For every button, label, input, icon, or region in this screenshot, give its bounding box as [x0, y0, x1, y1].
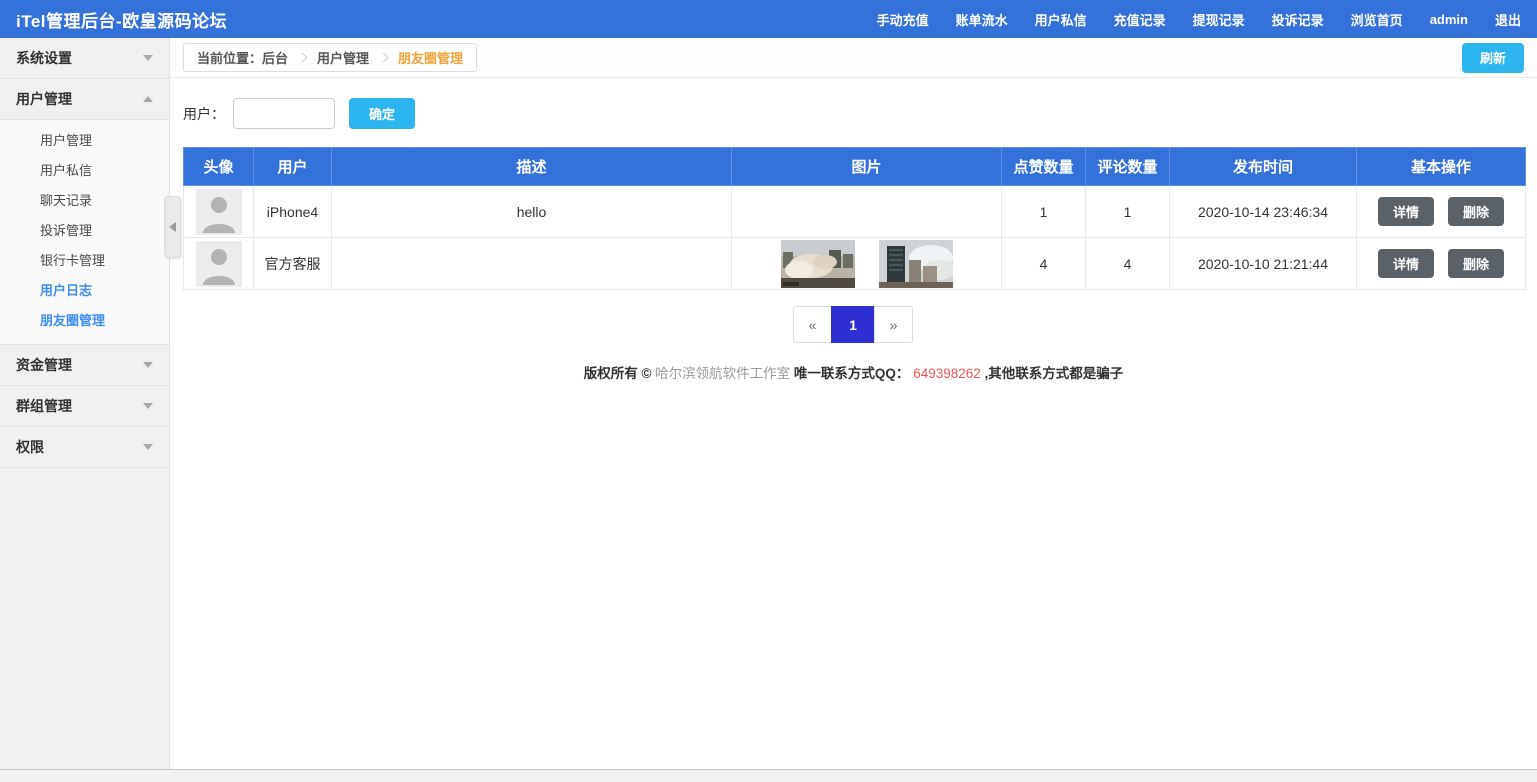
footer-qq-number: 649398262: [913, 366, 981, 381]
cell-images: [732, 238, 1002, 290]
avatar: [196, 241, 242, 287]
sidebar-item-complaint-management[interactable]: 投诉管理: [0, 216, 169, 246]
footer-copyright: 版权所有 © 哈尔滨领航软件工作室 唯一联系方式QQ： 649398262 ,其…: [170, 362, 1537, 382]
breadcrumb-current-location: 当前位置：后台: [197, 48, 288, 67]
sidebar-item-funds-management[interactable]: 资金管理: [0, 345, 169, 386]
footer-copyright-text: 版权所有 ©: [584, 366, 655, 381]
column-header-actions: 基本操作: [1357, 148, 1526, 186]
user-filter-label: 用户：: [183, 104, 225, 124]
table-row: iPhone4 hello 1 1 2020-10-14 23:46:34 详情…: [184, 186, 1526, 238]
footer-contact-text: 唯一联系方式QQ：: [794, 366, 913, 381]
user-filter-input[interactable]: [233, 98, 335, 129]
breadcrumb-item-moments-management: 朋友圈管理: [398, 48, 463, 67]
pagination: « 1 »: [170, 306, 1537, 343]
top-menu-item-logout[interactable]: 退出: [1495, 10, 1521, 29]
pagination-next[interactable]: »: [874, 306, 913, 343]
delete-button[interactable]: 删除: [1448, 249, 1504, 278]
breadcrumb-item-user-management[interactable]: 用户管理: [317, 48, 369, 67]
sidebar-group-label: 资金管理: [16, 355, 72, 375]
cell-images: [732, 186, 1002, 238]
cell-user: iPhone4: [254, 186, 332, 238]
column-header-user: 用户: [254, 148, 332, 186]
sidebar-item-bank-card-management[interactable]: 银行卡管理: [0, 246, 169, 276]
detail-button[interactable]: 详情: [1378, 249, 1434, 278]
top-menu-item-user-messages[interactable]: 用户私信: [1035, 10, 1087, 29]
main-content: 当前位置：后台 用户管理 朋友圈管理 刷新 用户： 确定 头像 用户: [170, 38, 1537, 769]
filter-bar: 用户： 确定: [170, 78, 1537, 147]
chevron-up-icon: [143, 96, 153, 102]
pagination-prev[interactable]: «: [793, 306, 832, 343]
cell-description: hello: [332, 186, 732, 238]
chevron-down-icon: [143, 55, 153, 61]
top-navbar: iTel管理后台-欧皇源码论坛 手动充值 账单流水 用户私信 充值记录 提现记录…: [0, 0, 1537, 38]
sidebar-item-system-settings[interactable]: 系统设置: [0, 38, 169, 79]
column-header-publish-time: 发布时间: [1170, 148, 1357, 186]
sidebar: 系统设置 用户管理 用户管理 用户私信 聊天记录 投诉管理 银行卡管理 用户日志…: [0, 38, 170, 769]
chevron-down-icon: [143, 403, 153, 409]
taskbar-sliver: [0, 769, 1537, 782]
post-image-thumbnail[interactable]: [879, 240, 953, 288]
cell-likes: 4: [1002, 238, 1086, 290]
cell-actions: 详情 删除: [1357, 186, 1526, 238]
top-menu: 手动充值 账单流水 用户私信 充值记录 提现记录 投诉记录 浏览首页 admin…: [877, 10, 1521, 29]
chevron-down-icon: [143, 444, 153, 450]
cell-comments: 1: [1086, 186, 1170, 238]
column-header-images: 图片: [732, 148, 1002, 186]
chevron-down-icon: [143, 362, 153, 368]
cell-actions: 详情 删除: [1357, 238, 1526, 290]
footer-studio-name: 哈尔滨领航软件工作室: [655, 366, 790, 381]
sidebar-group-label: 群组管理: [16, 396, 72, 416]
breadcrumb-separator-icon: [298, 52, 308, 62]
cell-publish-time: 2020-10-10 21:21:44: [1170, 238, 1357, 290]
detail-button[interactable]: 详情: [1378, 197, 1434, 226]
top-menu-item-manual-recharge[interactable]: 手动充值: [877, 10, 929, 29]
sidebar-item-moments-management[interactable]: 朋友圈管理: [0, 306, 169, 336]
moments-table: 头像 用户 描述 图片 点赞数量 评论数量 发布时间 基本操作: [183, 147, 1526, 290]
sidebar-group-label: 权限: [16, 437, 44, 457]
sidebar-group-label: 系统设置: [16, 48, 72, 68]
top-menu-item-complaint-records[interactable]: 投诉记录: [1272, 10, 1324, 29]
cell-user: 官方客服: [254, 238, 332, 290]
column-header-comments: 评论数量: [1086, 148, 1170, 186]
app-title: iTel管理后台-欧皇源码论坛: [16, 7, 227, 32]
table-header-row: 头像 用户 描述 图片 点赞数量 评论数量 发布时间 基本操作: [184, 148, 1526, 186]
footer-warning-text: ,其他联系方式都是骗子: [985, 366, 1124, 381]
sidebar-item-user-management[interactable]: 用户管理: [0, 126, 169, 156]
sidebar-item-user-logs[interactable]: 用户日志: [0, 276, 169, 306]
breadcrumb: 当前位置：后台 用户管理 朋友圈管理: [183, 43, 477, 72]
sidebar-item-group-management[interactable]: 群组管理: [0, 386, 169, 427]
breadcrumb-bar: 当前位置：后台 用户管理 朋友圈管理 刷新: [170, 38, 1537, 78]
top-menu-item-browse-homepage[interactable]: 浏览首页: [1351, 10, 1403, 29]
cell-comments: 4: [1086, 238, 1170, 290]
sidebar-item-chat-records[interactable]: 聊天记录: [0, 186, 169, 216]
sidebar-item-user-management-group[interactable]: 用户管理: [0, 79, 169, 120]
column-header-likes: 点赞数量: [1002, 148, 1086, 186]
top-menu-item-admin[interactable]: admin: [1430, 12, 1468, 27]
app-window: iTel管理后台-欧皇源码论坛 手动充值 账单流水 用户私信 充值记录 提现记录…: [0, 0, 1537, 782]
avatar: [196, 189, 242, 235]
top-menu-item-recharge-records[interactable]: 充值记录: [1114, 10, 1166, 29]
column-header-description: 描述: [332, 148, 732, 186]
pagination-page-1[interactable]: 1: [831, 306, 875, 343]
delete-button[interactable]: 删除: [1448, 197, 1504, 226]
breadcrumb-separator-icon: [379, 52, 389, 62]
confirm-button[interactable]: 确定: [349, 98, 415, 129]
top-menu-item-bill-flow[interactable]: 账单流水: [956, 10, 1008, 29]
sidebar-submenu-user-management: 用户管理 用户私信 聊天记录 投诉管理 银行卡管理 用户日志 朋友圈管理: [0, 120, 169, 345]
sidebar-item-permissions[interactable]: 权限: [0, 427, 169, 468]
sidebar-collapse-handle[interactable]: [164, 196, 181, 258]
refresh-button[interactable]: 刷新: [1462, 43, 1524, 73]
cell-description: [332, 238, 732, 290]
post-image-thumbnail[interactable]: [781, 240, 855, 288]
top-menu-item-withdraw-records[interactable]: 提现记录: [1193, 10, 1245, 29]
column-header-avatar: 头像: [184, 148, 254, 186]
table-row: 官方客服: [184, 238, 1526, 290]
cell-publish-time: 2020-10-14 23:46:34: [1170, 186, 1357, 238]
chevron-left-icon: [169, 222, 176, 232]
sidebar-group-label: 用户管理: [16, 89, 72, 109]
sidebar-item-user-messages[interactable]: 用户私信: [0, 156, 169, 186]
cell-likes: 1: [1002, 186, 1086, 238]
